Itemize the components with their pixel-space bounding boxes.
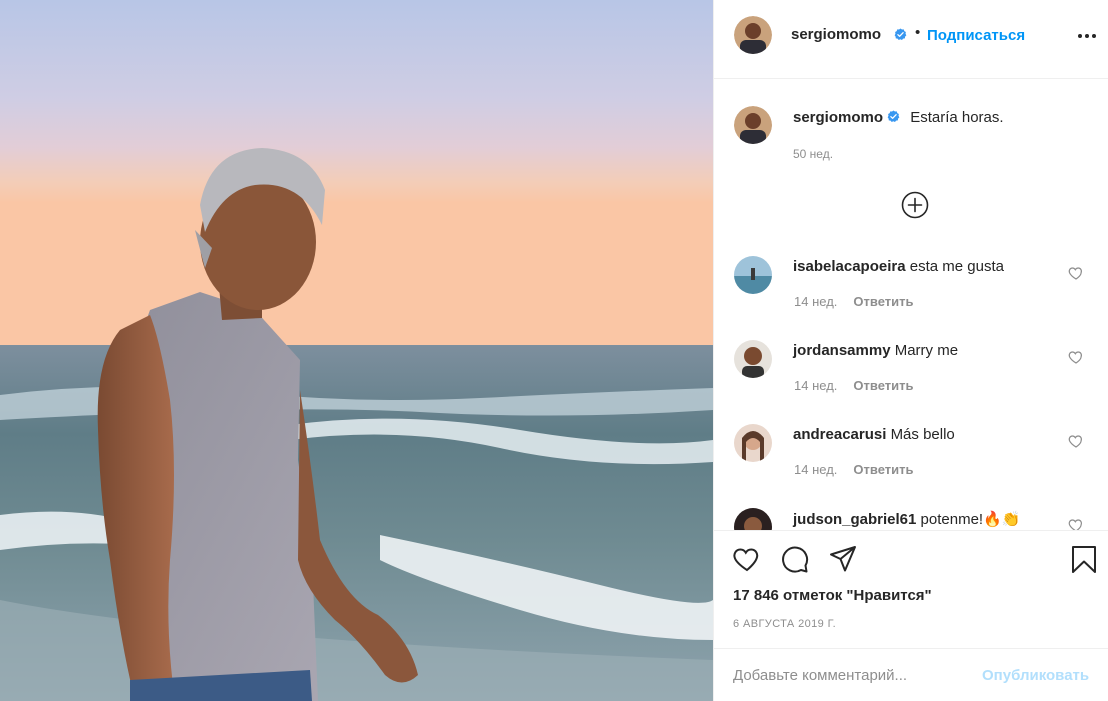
comment-like-icon[interactable] (1068, 433, 1084, 449)
comment-text: esta me gusta (909, 258, 1004, 275)
comment-username[interactable]: andreacarusi (793, 426, 886, 443)
post-image (0, 0, 713, 701)
commenter-avatar[interactable] (734, 508, 772, 530)
add-comment-bar: Опубликовать (714, 648, 1108, 701)
likes-count[interactable]: 17 846 отметок "Нравится" (733, 587, 932, 604)
comment-username[interactable]: isabelacapoeira (793, 258, 906, 275)
caption-time: 50 нед. (793, 147, 834, 161)
comment-username[interactable]: jordansammy (793, 342, 891, 359)
heart-icon[interactable] (732, 544, 762, 574)
share-icon[interactable] (828, 544, 858, 574)
post-header: sergiomomo • Подписаться (714, 0, 1108, 79)
comment-like-icon[interactable] (1068, 265, 1084, 281)
comment-like-icon[interactable] (1068, 349, 1084, 365)
comment-time: 14 нед. (794, 378, 838, 393)
comment-item: andreacarusi Más bello 14 нед. Ответить (714, 424, 1108, 508)
author-username[interactable]: sergiomomo (791, 26, 881, 43)
post-photo[interactable] (0, 0, 713, 701)
comment-meta: 14 нед. Ответить (794, 462, 913, 477)
bookmark-icon[interactable] (1069, 544, 1099, 574)
comment-line: jordansammy Marry me (793, 342, 958, 359)
author-avatar[interactable] (734, 16, 772, 54)
reply-button[interactable]: Ответить (853, 378, 913, 393)
comment-text: potenme!🔥👏 (920, 511, 1021, 528)
commenter-avatar[interactable] (734, 424, 772, 462)
caption-line: sergiomomo Estaría horas. (793, 109, 1004, 126)
comment-input[interactable] (733, 663, 983, 687)
comment-text: Marry me (894, 342, 959, 359)
comment-icon[interactable] (780, 544, 810, 574)
comment-line: judson_gabriel61 potenme!🔥👏 (793, 510, 1020, 528)
caption-avatar[interactable] (734, 106, 772, 144)
comment-line: isabelacapoeira esta me gusta (793, 258, 1004, 275)
comment-meta: 14 нед. Ответить (794, 294, 913, 309)
caption-username[interactable]: sergiomomo (793, 109, 883, 126)
comment-time: 14 нед. (794, 294, 838, 309)
caption-text: Estaría horas. (910, 109, 1004, 126)
post-actions: 17 846 отметок "Нравится" 6 АВГУСТА 2019… (714, 530, 1108, 701)
comment-text: Más bello (890, 426, 955, 443)
publish-button[interactable]: Опубликовать (982, 667, 1089, 684)
comment-item: isabelacapoeira esta me gusta 14 нед. Отв… (714, 256, 1108, 340)
comment-time: 14 нед. (794, 462, 838, 477)
post-sidebar: sergiomomo • Подписаться sergiomomo Esta… (713, 0, 1108, 701)
post-date: 6 АВГУСТА 2019 Г. (733, 618, 837, 630)
commenter-avatar[interactable] (734, 340, 772, 378)
separator-dot: • (915, 24, 921, 41)
comment-item: judson_gabriel61 potenme!🔥👏 (714, 508, 1108, 530)
reply-button[interactable]: Ответить (853, 462, 913, 477)
verified-badge-icon (894, 28, 907, 41)
commenter-avatar[interactable] (734, 256, 772, 294)
comments-list[interactable]: sergiomomo Estaría horas. 50 нед. isabel… (714, 80, 1108, 530)
follow-button[interactable]: Подписаться (927, 27, 1025, 44)
reply-button[interactable]: Ответить (853, 294, 913, 309)
comment-item: jordansammy Marry me 14 нед. Ответить (714, 340, 1108, 424)
more-options-icon[interactable] (1076, 26, 1098, 46)
comment-like-icon[interactable] (1068, 517, 1084, 530)
comment-line: andreacarusi Más bello (793, 426, 955, 443)
verified-badge-icon (887, 110, 900, 123)
post-modal: sergiomomo • Подписаться sergiomomo Esta… (0, 0, 1108, 701)
comment-username[interactable]: judson_gabriel61 (793, 511, 916, 528)
plus-circle-icon[interactable] (901, 191, 929, 219)
comment-meta: 14 нед. Ответить (794, 378, 913, 393)
